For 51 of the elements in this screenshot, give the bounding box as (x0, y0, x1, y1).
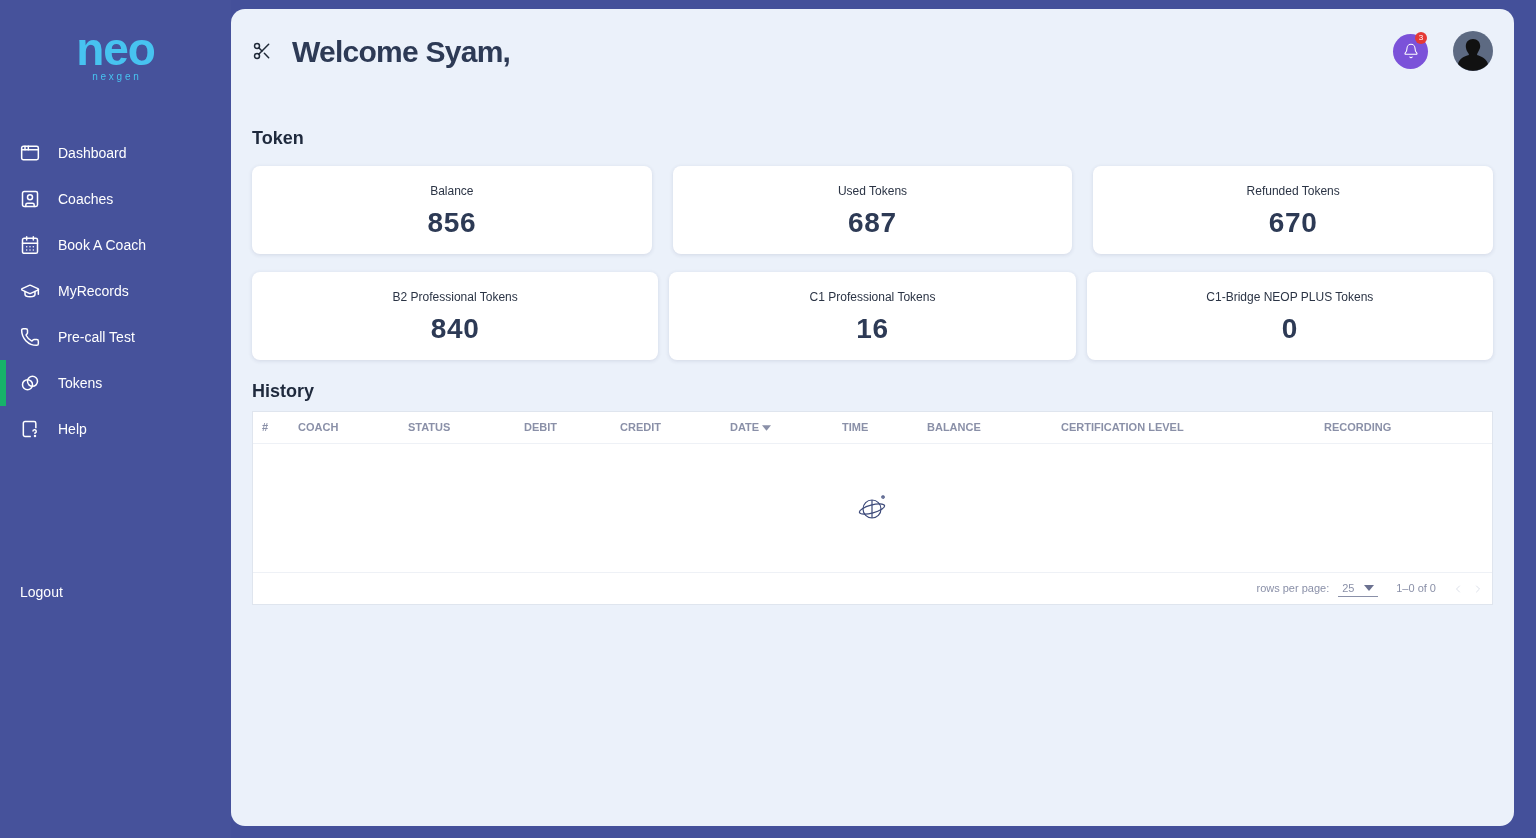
logo-tagline: n e x g e n (92, 70, 139, 84)
nav-item[interactable]: Book A Coach (0, 222, 231, 268)
rows-per-page-label: rows per page: (1256, 581, 1330, 597)
nav-item[interactable]: Coaches (0, 176, 231, 222)
pagination-range: 1–0 of 0 (1396, 581, 1436, 597)
calendar-icon (20, 235, 40, 255)
rows-per-page-select[interactable]: 25 (1338, 579, 1379, 598)
token-value: 840 (430, 312, 480, 346)
token-value: 16 (856, 312, 889, 346)
token-label: Balance (430, 183, 474, 200)
help-icon (20, 419, 40, 439)
column-header[interactable]: DEBIT (524, 419, 620, 436)
page-title: Welcome Syam, (292, 33, 511, 70)
token-value: 670 (1268, 206, 1318, 240)
token-label: Refunded Tokens (1246, 183, 1340, 200)
coins-icon (20, 373, 40, 393)
column-header[interactable]: DATE (730, 419, 842, 436)
token-label: B2 Professional Tokens (392, 289, 518, 306)
column-header[interactable]: COACH (298, 419, 408, 436)
column-header[interactable]: STATUS (408, 419, 524, 436)
token-label: C1-Bridge NEOP PLUS Tokens (1206, 289, 1374, 306)
graduation-cap-icon (20, 281, 40, 301)
nav-item[interactable]: Pre-call Test (0, 314, 231, 360)
column-header[interactable]: BALANCE (927, 419, 1061, 436)
token-value: 856 (427, 206, 477, 240)
token-value: 687 (848, 206, 897, 240)
token-label: Used Tokens (837, 183, 908, 200)
column-header[interactable]: CREDIT (620, 419, 730, 436)
nav-item[interactable]: Dashboard (0, 130, 231, 176)
token-label: C1 Professional Tokens (809, 289, 936, 306)
nav-item[interactable]: MyRecords (0, 268, 231, 314)
window-icon (20, 143, 40, 163)
phone-icon (20, 327, 40, 347)
dropdown-caret-icon (1364, 585, 1375, 591)
bell-icon (1402, 43, 1419, 59)
logo-mark: neo (76, 28, 155, 70)
notification-badge: 3 (1415, 31, 1427, 44)
section-title: History (252, 380, 315, 403)
column-header[interactable]: RECORDING (1324, 419, 1492, 436)
column-header[interactable]: TIME (842, 419, 927, 436)
section-title: Token (252, 127, 305, 150)
user-square-icon (20, 189, 40, 209)
column-header[interactable]: # (253, 419, 298, 436)
logout-link[interactable]: Logout (0, 582, 231, 603)
notification-button[interactable]: 3 (1393, 33, 1428, 69)
scissors-icon[interactable] (252, 41, 272, 61)
nav-item[interactable]: Help (0, 406, 231, 452)
avatar-icon[interactable] (1453, 31, 1493, 71)
sort-caret-icon (762, 424, 772, 431)
token-value: 0 (1281, 312, 1298, 346)
column-header[interactable]: CERTIFICATION LEVEL (1061, 419, 1324, 436)
